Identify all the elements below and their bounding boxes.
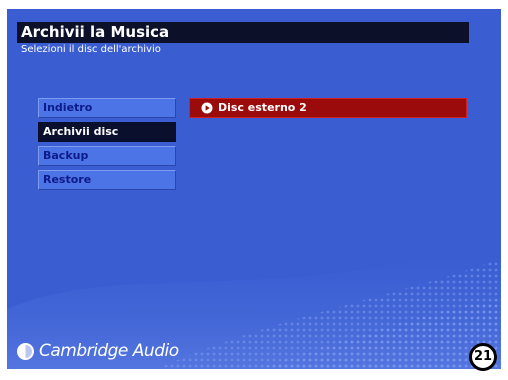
cambridge-audio-logo-icon	[17, 342, 34, 360]
tv-screen: Archivii la Musica Selezioni il disc del…	[7, 9, 501, 369]
menu-item-indietro[interactable]: Indietro	[38, 98, 176, 118]
brand-name: Cambridge Audio	[39, 341, 179, 361]
menu-item-restore[interactable]: Restore	[38, 170, 176, 190]
page-subtitle: Selezioni il disc dell'archivio	[21, 44, 161, 55]
play-circle-icon	[201, 102, 213, 114]
menu-item-archivii-disc[interactable]: Archivii disc	[38, 122, 176, 142]
menu-item-backup[interactable]: Backup	[38, 146, 176, 166]
page-number-badge: 21	[469, 343, 497, 371]
brand: Cambridge Audio	[17, 340, 179, 362]
option-label: Disc esterno 2	[218, 101, 307, 114]
page-title: Archivii la Musica	[21, 23, 170, 41]
option-disc-esterno-2[interactable]: Disc esterno 2	[189, 98, 467, 118]
side-menu: Indietro Archivii disc Backup Restore	[38, 98, 176, 194]
